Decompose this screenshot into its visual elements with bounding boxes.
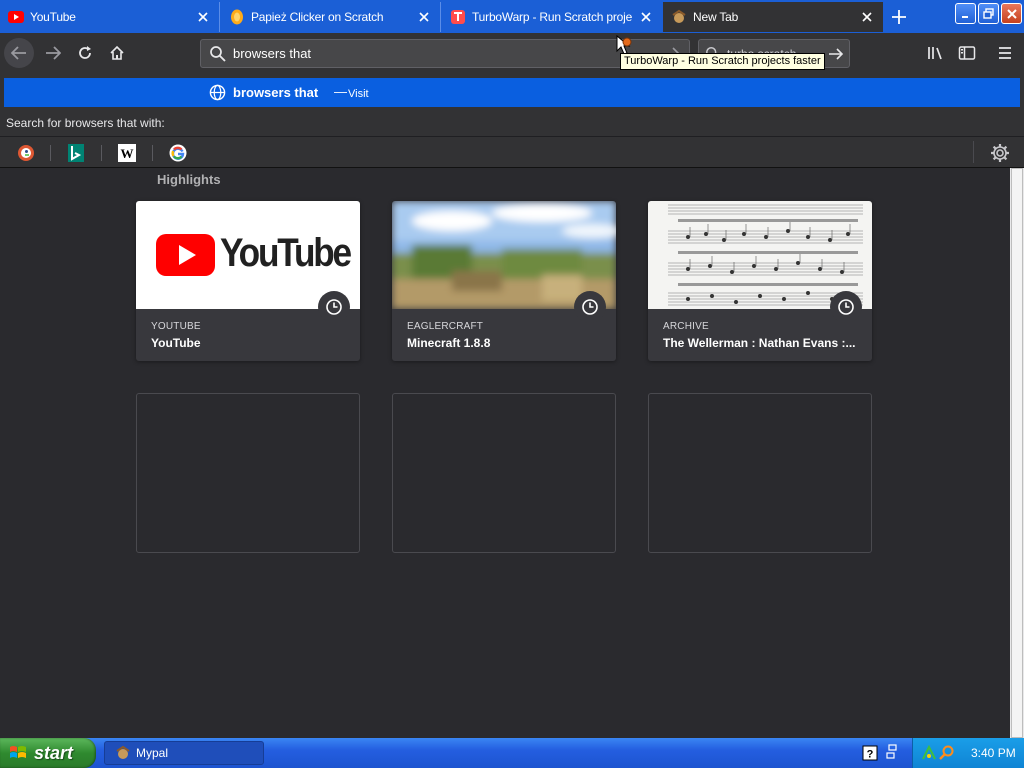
tab-new-tab[interactable]: New Tab <box>663 2 883 32</box>
hamburger-icon <box>999 47 1011 59</box>
network-icon[interactable] <box>921 745 937 761</box>
taskbar-clock: 3:40 PM <box>971 746 1016 760</box>
arrow-right-icon[interactable] <box>827 45 845 63</box>
svg-text:?: ? <box>867 749 874 761</box>
globe-icon <box>209 84 226 101</box>
taskbar: start Mypal ? 3:40 PM <box>0 738 1024 768</box>
reload-button[interactable] <box>70 38 100 68</box>
suggestion-text: browsers that <box>233 85 319 100</box>
mypal-icon <box>671 9 687 25</box>
search-for-label: Search for browsers that with: <box>6 116 165 130</box>
taskbar-item-mypal[interactable]: Mypal <box>104 741 264 765</box>
page-scrollbar[interactable] <box>1010 168 1024 738</box>
home-button[interactable] <box>102 38 132 68</box>
window-close-button[interactable] <box>1001 3 1022 24</box>
tab-papiez-clicker[interactable]: Papież Clicker on Scratch <box>221 2 441 32</box>
suggestion-action: Visit <box>348 88 369 100</box>
menu-button[interactable] <box>990 38 1020 68</box>
divider <box>101 145 102 161</box>
scrollbar-thumb[interactable] <box>1011 168 1023 738</box>
url-input[interactable] <box>233 46 673 61</box>
window-controls <box>955 3 1022 24</box>
sidebar-button[interactable] <box>952 38 982 68</box>
url-suggestions-dropdown: browsers that — Visit Search for browser… <box>0 73 1024 168</box>
suggestion-separator: — <box>334 84 347 99</box>
minimize-button[interactable] <box>955 3 976 24</box>
arrow-right-icon <box>46 46 61 60</box>
one-off-search-engines: W <box>0 136 1024 167</box>
divider <box>152 145 153 161</box>
tab-title: Papież Clicker on Scratch <box>251 10 384 24</box>
sidebar-icon <box>958 46 976 60</box>
new-tab-button[interactable] <box>886 4 912 30</box>
youtube-wordmark: YouTube <box>220 231 352 275</box>
card-site: YOUTUBE <box>151 321 201 332</box>
tab-title: TurboWarp - Run Scratch project <box>472 10 632 24</box>
system-tray: 3:40 PM <box>912 738 1024 768</box>
start-button[interactable]: start <box>0 738 96 768</box>
clock-icon <box>574 291 606 323</box>
turbowarp-icon <box>450 9 466 25</box>
section-title: Highlights <box>157 172 221 187</box>
new-tab-page: Highlights YouTube YOUTUBE YouTube EAGLE… <box>0 168 1010 738</box>
windows-flag-icon <box>10 746 26 758</box>
library-button[interactable] <box>920 38 950 68</box>
reload-icon <box>79 46 91 59</box>
suggestion-visit-row[interactable]: browsers that — Visit <box>4 78 1020 107</box>
tab-youtube[interactable]: YouTube <box>0 2 220 32</box>
tab-turbowarp[interactable]: TurboWarp - Run Scratch project <box>442 2 662 32</box>
back-button[interactable] <box>4 38 34 68</box>
close-icon[interactable] <box>859 9 875 25</box>
clock-icon <box>830 291 862 323</box>
youtube-icon <box>8 9 24 25</box>
divider <box>50 145 51 161</box>
restore-button[interactable] <box>978 3 999 24</box>
close-icon[interactable] <box>195 9 211 25</box>
bing-icon[interactable] <box>66 143 86 163</box>
plus-icon <box>892 10 906 24</box>
card-site: EAGLERCRAFT <box>407 321 484 332</box>
duckduckgo-icon[interactable] <box>16 143 36 163</box>
close-icon[interactable] <box>638 9 654 25</box>
scratch-icon <box>229 9 245 25</box>
wikipedia-icon[interactable]: W <box>117 143 137 163</box>
start-label: start <box>34 742 74 763</box>
card-title: YouTube <box>151 336 201 350</box>
taskbar-item-label: Mypal <box>136 746 169 760</box>
gear-icon[interactable] <box>990 143 1010 163</box>
tab-title: YouTube <box>30 10 76 24</box>
help-icon[interactable]: ? <box>862 745 878 761</box>
card-site: ARCHIVE <box>663 321 709 332</box>
close-icon[interactable] <box>416 9 432 25</box>
search-icon <box>210 45 226 62</box>
navigation-toolbar <box>0 33 1024 73</box>
empty-highlight-slot <box>648 393 872 553</box>
forward-button[interactable] <box>38 38 68 68</box>
highlight-card-archive[interactable]: ARCHIVE The Wellerman : Nathan Evans :..… <box>648 201 872 361</box>
empty-highlight-slot <box>136 393 360 553</box>
empty-highlight-slot <box>392 393 616 553</box>
tab-title: New Tab <box>693 10 739 24</box>
highlight-card-minecraft[interactable]: EAGLERCRAFT Minecraft 1.8.8 <box>392 201 616 361</box>
card-title: The Wellerman : Nathan Evans :... <box>663 336 856 350</box>
restore-windows-icon[interactable] <box>886 743 898 761</box>
highlight-card-youtube[interactable]: YouTube YOUTUBE YouTube <box>136 201 360 361</box>
divider <box>973 141 974 163</box>
search-icon[interactable] <box>939 745 955 761</box>
tab-strip: YouTube Papież Clicker on Scratch TurboW… <box>0 0 1024 33</box>
library-icon <box>928 47 942 60</box>
google-icon[interactable] <box>168 143 188 163</box>
arrow-left-icon <box>11 46 26 60</box>
card-title: Minecraft 1.8.8 <box>407 336 491 350</box>
mypal-icon <box>116 745 130 759</box>
tooltip: TurboWarp - Run Scratch projects faster <box>620 53 825 70</box>
clock-icon <box>318 291 350 323</box>
home-icon <box>110 45 124 60</box>
svg-text:W: W <box>121 146 134 161</box>
